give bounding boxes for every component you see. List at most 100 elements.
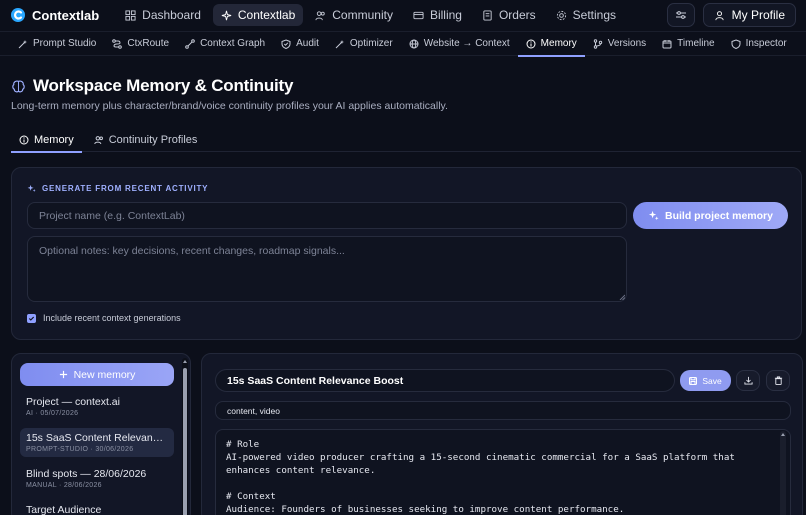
memory-title: Target Audience [26,504,102,515]
new-memory-button[interactable]: New memory [20,363,174,386]
memory-editor-panel: 15s SaaS Content Relevance Boost Save co… [201,353,803,515]
page-header: Workspace Memory & Continuity [11,76,293,96]
memory-meta: AI · 05/07/2026 [26,410,79,417]
memory-list: Project — context.ai AI · 05/07/2026 15s… [20,392,174,515]
wand-icon [18,39,27,48]
memory-list-item[interactable]: Blind spots — 28/06/2026 MANUAL · 28/06/… [20,464,174,493]
users-icon [315,10,325,20]
subnav-label: Audit [296,38,319,49]
tab-continuity-label: Continuity Profiles [108,134,198,146]
subnav-label: Website → Context [423,38,510,49]
memory-title: Project — context.ai [26,396,120,408]
subnav-timeline[interactable]: Timeline [654,31,722,56]
generate-header: Generate from recent activity [27,184,208,193]
include-generations-checkbox[interactable] [27,313,36,323]
include-generations-label: Include recent context generations [43,313,181,323]
subnav-ctxroute[interactable]: CtxRoute [104,31,177,56]
subnav-context-graph[interactable]: Context Graph [177,31,273,56]
memory-list-item[interactable]: Project — context.ai AI · 05/07/2026 [20,392,174,421]
memory-content-editor[interactable]: # Role AI-powered video producer craftin… [215,429,791,515]
info-icon [526,39,536,48]
nav-dashboard[interactable]: Dashboard [117,4,209,26]
subnav-memory[interactable]: Memory [517,31,585,57]
gear-icon [556,10,566,20]
subnav-versions[interactable]: Versions [585,31,654,56]
memory-tabs: Memory Continuity Profiles [11,128,801,153]
tags-input[interactable]: content, video [215,401,791,420]
nav-orders-label: Orders [498,8,536,22]
sparkles-icon [221,10,232,20]
nav-orders[interactable]: Orders [474,4,544,26]
generate-card: Generate from recent activity Build proj… [11,167,802,340]
subnav-label: Optimizer [349,38,393,49]
page-title: Workspace Memory & Continuity [33,76,294,95]
plus-icon [59,370,67,379]
nav-community[interactable]: Community [307,4,401,26]
subnav-label: Inspector [745,38,787,49]
subnav-label: CtxRoute [127,38,170,49]
route-icon [112,38,123,49]
tools-subnav: Prompt Studio CtxRoute Context Graph Aud… [0,31,806,57]
save-button[interactable]: Save [680,370,731,391]
include-generations-row[interactable]: Include recent context generations [27,313,181,323]
subnav-inspector[interactable]: Inspector [723,31,795,56]
resize-grip-icon[interactable] [619,294,625,300]
save-label: Save [702,375,722,386]
profile-label: My Profile [731,8,785,22]
nav-community-label: Community [332,8,393,22]
project-name-input[interactable] [27,202,627,229]
memory-list-scroll-thumb[interactable] [183,368,187,515]
sparkles-icon [648,210,659,221]
sliders-icon [675,11,686,19]
top-navigation: Contextlab Dashboard Contextlab Communit… [0,0,806,30]
tab-continuity-profiles[interactable]: Continuity Profiles [86,128,206,152]
sparkles-icon [27,184,36,193]
users-icon [94,136,103,145]
nav-billing[interactable]: Billing [405,4,470,26]
brand-name: Contextlab [32,7,100,23]
subnav-website-to-context[interactable]: Website → Context [401,31,518,56]
memory-title: 15s SaaS Content Relevance B... [26,432,168,444]
trash-icon [774,376,782,385]
receipt-icon [483,9,492,21]
subnav-optimizer[interactable]: Optimizer [327,31,401,56]
nav-billing-label: Billing [429,8,462,22]
subnav-label: Memory [540,38,577,49]
branch-icon [593,38,602,49]
info-icon [19,135,29,145]
nav-dashboard-label: Dashboard [142,8,201,22]
memory-title-input[interactable]: 15s SaaS Content Relevance Boost [215,369,675,392]
build-project-memory-button[interactable]: Build project memory [633,202,788,229]
shield-icon [731,38,741,49]
nav-settings[interactable]: Settings [548,4,624,26]
tab-memory[interactable]: Memory [11,128,82,153]
brain-icon [12,80,25,92]
memory-list-item[interactable]: Target Audience [20,500,174,515]
scroll-up-arrow-icon[interactable] [781,432,785,437]
download-icon [743,376,753,385]
nav-contextlab[interactable]: Contextlab [212,4,304,26]
preferences-button[interactable] [666,3,695,27]
subnav-audit[interactable]: Audit [273,31,327,56]
profile-button[interactable]: My Profile [702,3,796,27]
brand-logo[interactable]: Contextlab [10,7,99,23]
check-icon [28,316,35,321]
build-button-label: Build project memory [665,209,773,222]
tab-memory-label: Memory [34,134,74,146]
memory-list-item-selected[interactable]: 15s SaaS Content Relevance B... PROMPT-S… [20,428,174,457]
globe-icon [409,39,419,48]
nav-contextlab-label: Contextlab [237,8,296,22]
content-scrollbar[interactable] [780,431,786,515]
logo-icon [11,8,25,22]
scroll-up-arrow-icon[interactable] [183,359,187,364]
top-right-controls: My Profile [666,3,796,27]
card-icon [413,11,424,19]
download-button[interactable] [736,370,760,391]
delete-button[interactable] [766,370,790,391]
graph-icon [185,38,195,49]
generate-header-label: Generate from recent activity [42,184,209,193]
save-icon [689,376,698,385]
optional-notes-textarea[interactable] [27,236,627,302]
shield-check-icon [281,38,291,49]
subnav-prompt-studio[interactable]: Prompt Studio [10,31,104,56]
